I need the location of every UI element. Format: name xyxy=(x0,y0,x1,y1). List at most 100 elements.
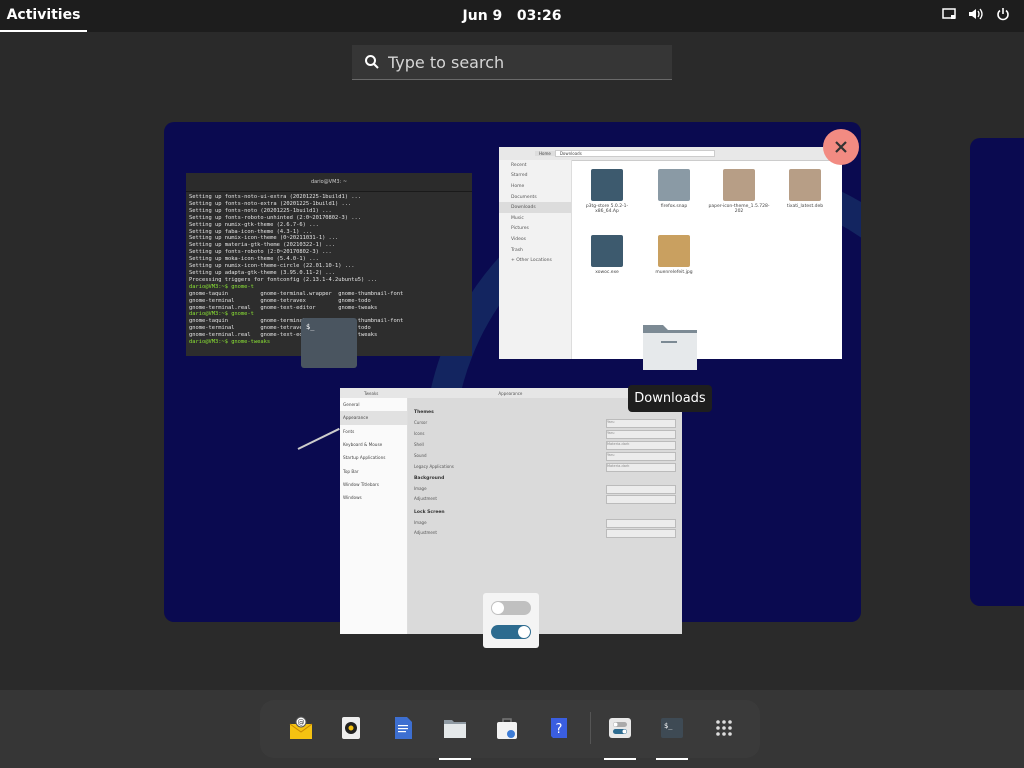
file-name: paper-icon-theme_1.5.728-202 xyxy=(708,204,770,214)
terminal-title: dario@VM3: ~ xyxy=(310,179,348,185)
tweaks-app-icon xyxy=(483,593,539,648)
terminal-line: Setting up fonts-noto-ui-extra (20201225… xyxy=(189,194,362,200)
tweaks-sidebar-item[interactable]: Fonts xyxy=(340,425,407,438)
file-item[interactable]: paper-icon-theme_1.5.728-202 xyxy=(708,169,770,214)
tweaks-sidebar-item[interactable]: Startup Applications xyxy=(340,451,407,464)
tweaks-sidebar-item[interactable]: General xyxy=(340,398,407,411)
image-icon xyxy=(658,235,690,267)
tweaks-main: Themes Cursor Yaru Icons Yaru Shell Materia-da… xyxy=(408,398,682,634)
terminal-line: Setting up adapta-gtk-theme (3.95.0.11-2… xyxy=(189,269,336,276)
files-sidebar-item[interactable]: Starred xyxy=(499,171,571,182)
dash-separator xyxy=(590,712,591,744)
terminal-line: gnome-taquin gnome-terminal.wrapper gnom… xyxy=(189,290,404,297)
tweaks-sidebar-item[interactable]: Keyboard & Mouse xyxy=(340,438,407,451)
theme-dropdown[interactable]: Materia-dark xyxy=(606,441,676,450)
folder-icon xyxy=(658,169,690,201)
files-sidebar-item[interactable]: Recent xyxy=(499,160,571,171)
svg-text:$_: $_ xyxy=(664,722,673,730)
overview-search[interactable] xyxy=(352,45,672,80)
clock[interactable]: Jun 9 03:26 xyxy=(0,8,1024,24)
background-row-label: Image xyxy=(414,486,427,491)
volume-icon[interactable] xyxy=(968,7,984,21)
terminal-line: gnome-terminal gnome-tetravex gnome-todo xyxy=(189,297,371,304)
tweaks-sidebar-item[interactable]: Top Bar xyxy=(340,464,407,477)
files-sidebar: Recent Starred Home Documents Downloads Music… xyxy=(499,160,572,359)
terminal-titlebar: dario@VM3: ~ xyxy=(186,173,472,192)
terminal-running-indicator xyxy=(656,758,688,760)
theme-dropdown[interactable]: Yaru xyxy=(606,419,676,428)
terminal-app-icon: $_ xyxy=(301,318,357,368)
close-window-button[interactable] xyxy=(823,129,859,165)
terminal-line: Setting up moka-icon-theme (5.4.0-1) ... xyxy=(189,256,319,263)
lock-screen-heading: Lock Screen xyxy=(414,510,445,515)
next-workspace[interactable] xyxy=(970,138,1024,606)
path-home[interactable]: Home xyxy=(535,151,555,156)
tweaks-sidebar-item[interactable]: Window Titlebars xyxy=(340,478,407,491)
file-item[interactable]: tixati_latest.deb xyxy=(774,169,836,209)
terminal-line: dario@VM3:~$ gnome-t xyxy=(189,283,254,290)
file-item[interactable]: muenrelefeit.jpg xyxy=(643,235,705,275)
tweaks-sidebar-item[interactable]: Windows xyxy=(340,491,407,504)
files-sidebar-item[interactable]: Videos xyxy=(499,234,571,245)
terminal-line: Processing triggers for fontconfig (2.13… xyxy=(189,276,378,283)
terminal-line: Setting up numix-icon-theme (0~20211031-… xyxy=(189,235,339,242)
files-sidebar-item[interactable]: Pictures xyxy=(499,224,571,235)
theme-dropdown[interactable]: Yaru xyxy=(606,452,676,461)
background-row-label: Adjustment xyxy=(414,496,437,501)
tweaks-sidebar-item[interactable]: Appearance xyxy=(340,411,407,425)
file-item[interactable]: firefox.snap xyxy=(643,169,705,209)
files-sidebar-item[interactable]: Trash xyxy=(499,245,571,256)
file-item[interactable]: p3tg-store 5.0.2-1-x86_64.Ap xyxy=(576,169,638,214)
svg-text:@: @ xyxy=(298,719,305,727)
background-dropdown[interactable] xyxy=(606,495,676,504)
file-name: p3tg-store 5.0.2-1-x86_64.Ap xyxy=(585,204,629,214)
themes-heading: Themes xyxy=(414,410,434,415)
theme-row-label: Sound xyxy=(414,453,427,458)
exec-icon xyxy=(591,169,623,201)
tweaks-icon[interactable] xyxy=(607,715,633,741)
path-current[interactable]: Downloads xyxy=(554,150,715,157)
terminal-icon[interactable]: $_ xyxy=(659,715,685,741)
theme-row-label: Cursor xyxy=(414,420,428,425)
system-tray[interactable] xyxy=(942,7,1010,21)
window-tooltip: Downloads xyxy=(628,385,712,412)
terminal-line: Setting up fonts-noto (20201225-1build1)… xyxy=(189,207,332,214)
terminal-line: Setting up fonts-noto-extra (20201225-1b… xyxy=(189,200,352,207)
theme-row-label: Icons xyxy=(414,431,425,436)
theme-dropdown[interactable]: Materia-dark xyxy=(606,463,676,472)
help-icon[interactable]: ? xyxy=(546,715,572,741)
text-editor-icon[interactable] xyxy=(390,715,416,741)
background-dropdown[interactable] xyxy=(606,485,676,494)
files-icon[interactable] xyxy=(442,715,468,741)
tweaks-running-indicator xyxy=(604,758,636,760)
theme-row-label: Legacy Applications xyxy=(414,464,454,469)
clock-date: Jun 9 xyxy=(462,8,503,24)
lock-dropdown[interactable] xyxy=(606,519,676,528)
lock-dropdown[interactable] xyxy=(606,529,676,538)
file-item[interactable]: xowoc.exe xyxy=(576,235,638,275)
search-input[interactable] xyxy=(380,51,672,73)
files-sidebar-item[interactable]: Documents xyxy=(499,192,571,203)
software-store-icon[interactable] xyxy=(494,715,520,741)
background-heading: Background xyxy=(414,476,445,481)
terminal-line: gnome-terminal.real gnome-text-editor gn… xyxy=(189,304,378,311)
terminal-line: Setting up materia-gtk-theme (20210322-1… xyxy=(189,242,336,249)
files-sidebar-item[interactable]: Music xyxy=(499,213,571,224)
rhythmbox-icon[interactable] xyxy=(338,715,364,741)
files-sidebar-item[interactable]: + Other Locations xyxy=(499,255,571,266)
file-name: xowoc.exe xyxy=(595,270,619,275)
file-name: muenrelefeit.jpg xyxy=(655,270,693,275)
files-sidebar-item[interactable]: Downloads xyxy=(499,202,571,213)
screen-icon[interactable] xyxy=(942,7,956,21)
folder-app-icon xyxy=(643,325,697,370)
theme-dropdown[interactable]: Yaru xyxy=(606,430,676,439)
mail-app-icon[interactable]: @ xyxy=(288,715,314,741)
lock-row-label: Image xyxy=(414,520,427,525)
tweaks-header: Appearance xyxy=(498,390,523,396)
show-apps-icon[interactable] xyxy=(711,715,737,741)
terminal-line: Setting up fonts-roboto (2:0~20170802-3)… xyxy=(189,249,332,256)
files-running-indicator xyxy=(439,758,471,760)
power-icon[interactable] xyxy=(996,7,1010,21)
files-sidebar-item[interactable]: Home xyxy=(499,181,571,192)
tweaks-sidebar: General Appearance Fonts Keyboard & Mouse St… xyxy=(340,398,408,634)
